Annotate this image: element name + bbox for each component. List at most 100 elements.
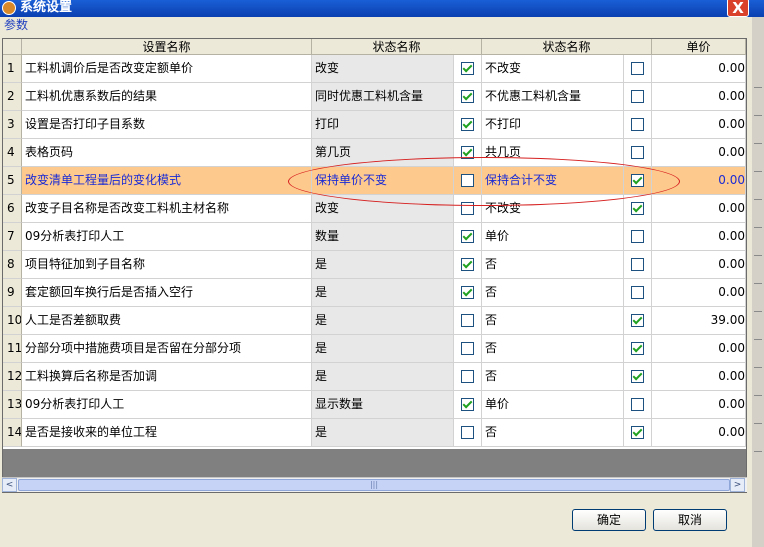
price-cell[interactable]: 0.00 [652, 223, 746, 251]
table-row[interactable]: 4 表格页码 第几页 共几页 0.00 [3, 139, 746, 167]
price-cell[interactable]: 0.00 [652, 391, 746, 419]
price-cell[interactable]: 0.00 [652, 83, 746, 111]
table-row[interactable]: 6 改变子目名称是否改变工料机主材名称 改变 不改变 0.00 [3, 195, 746, 223]
price-cell[interactable]: 0.00 [652, 279, 746, 307]
status-2-cell[interactable]: 否 [482, 251, 624, 279]
status-2-cell[interactable]: 不改变 [482, 55, 624, 83]
status-1-cell[interactable]: 改变 [312, 195, 454, 223]
checkbox-checked-icon[interactable] [631, 202, 644, 215]
table-row[interactable]: 9 套定额回车换行后是否插入空行是否 0.00 [3, 279, 746, 307]
table-row[interactable]: 1 工料机调价后是否改变定额单价 改变 不改变 0.00 [3, 55, 746, 83]
close-button[interactable]: X [727, 0, 749, 17]
header-price[interactable]: 单价 [652, 39, 746, 55]
status-2-cell[interactable]: 否 [482, 419, 624, 447]
checkbox-checked-icon[interactable] [461, 286, 474, 299]
price-cell[interactable]: 0.00 [652, 335, 746, 363]
status-2-cell[interactable]: 不优惠工料机含量 [482, 83, 624, 111]
status-1-cell[interactable]: 是 [312, 419, 454, 447]
checkbox-unchecked-icon[interactable] [461, 426, 474, 439]
cancel-button[interactable]: 取消 [653, 509, 727, 531]
setting-name-cell[interactable]: 改变子目名称是否改变工料机主材名称 [22, 195, 312, 223]
setting-name-cell[interactable]: 工料机优惠系数后的结果 [22, 83, 312, 111]
checkbox-unchecked-icon[interactable] [631, 90, 644, 103]
setting-name-cell[interactable]: 工料机调价后是否改变定额单价 [22, 55, 312, 83]
setting-name-cell[interactable]: 表格页码 [22, 139, 312, 167]
setting-name-cell[interactable]: 09分析表打印人工 [22, 391, 312, 419]
checkbox-unchecked-icon[interactable] [631, 62, 644, 75]
status-2-cell[interactable]: 不打印 [482, 111, 624, 139]
price-cell[interactable]: 0.00 [652, 251, 746, 279]
status-2-cell[interactable]: 不改变 [482, 195, 624, 223]
setting-name-cell[interactable]: 设置是否打印子目系数 [22, 111, 312, 139]
price-cell[interactable]: 0.00 [652, 139, 746, 167]
status-2-cell[interactable]: 共几页 [482, 139, 624, 167]
checkbox-unchecked-icon[interactable] [631, 398, 644, 411]
status-2-cell[interactable]: 否 [482, 307, 624, 335]
checkbox-checked-icon[interactable] [631, 370, 644, 383]
price-cell[interactable]: 0.00 [652, 419, 746, 447]
price-cell[interactable]: 0.00 [652, 363, 746, 391]
horizontal-scrollbar[interactable]: < ||| > [2, 477, 747, 492]
table-row[interactable]: 12 工料换算后名称是否加调是否 0.00 [3, 363, 746, 391]
table-row[interactable]: 13 09分析表打印人工 显示数量 单价 0.00 [3, 391, 746, 419]
table-row[interactable]: 14 是否是接收来的单位工程是否 0.00 [3, 419, 746, 447]
checkbox-unchecked-icon[interactable] [631, 286, 644, 299]
scroll-thumb[interactable]: ||| [18, 479, 730, 491]
checkbox-checked-icon[interactable] [631, 314, 644, 327]
status-1-cell[interactable]: 保持单价不变 [312, 167, 454, 195]
table-row[interactable]: 11 分部分项中措施费项目是否留在分部分项是否 0.00 [3, 335, 746, 363]
checkbox-unchecked-icon[interactable] [461, 342, 474, 355]
header-status-2[interactable]: 状态名称 [482, 39, 652, 55]
status-1-cell[interactable]: 改变 [312, 55, 454, 83]
setting-name-cell[interactable]: 改变清单工程量后的变化模式 [22, 167, 312, 195]
price-cell[interactable]: 0.00 [652, 55, 746, 83]
table-row[interactable]: 5 改变清单工程量后的变化模式 保持单价不变 保持合计不变 0.00 [3, 167, 746, 195]
status-1-cell[interactable]: 第几页 [312, 139, 454, 167]
checkbox-unchecked-icon[interactable] [631, 230, 644, 243]
table-row[interactable]: 2 工料机优惠系数后的结果 同时优惠工料机含量 不优惠工料机含量 0.00 [3, 83, 746, 111]
status-1-cell[interactable]: 是 [312, 363, 454, 391]
checkbox-unchecked-icon[interactable] [631, 146, 644, 159]
status-2-cell[interactable]: 单价 [482, 223, 624, 251]
checkbox-checked-icon[interactable] [461, 118, 474, 131]
setting-name-cell[interactable]: 分部分项中措施费项目是否留在分部分项 [22, 335, 312, 363]
checkbox-checked-icon[interactable] [631, 174, 644, 187]
checkbox-unchecked-icon[interactable] [461, 174, 474, 187]
table-row[interactable]: 8 项目特征加到子目名称是否 0.00 [3, 251, 746, 279]
setting-name-cell[interactable]: 是否是接收来的单位工程 [22, 419, 312, 447]
price-cell[interactable]: 0.00 [652, 195, 746, 223]
table-row[interactable]: 10 人工是否差额取费是否 39.00 [3, 307, 746, 335]
header-status-1[interactable]: 状态名称 [312, 39, 482, 55]
status-2-cell[interactable]: 否 [482, 363, 624, 391]
table-row[interactable]: 3 设置是否打印子目系数 打印 不打印 0.00 [3, 111, 746, 139]
status-2-cell[interactable]: 保持合计不变 [482, 167, 624, 195]
checkbox-checked-icon[interactable] [631, 426, 644, 439]
status-1-cell[interactable]: 同时优惠工料机含量 [312, 83, 454, 111]
setting-name-cell[interactable]: 人工是否差额取费 [22, 307, 312, 335]
checkbox-unchecked-icon[interactable] [631, 118, 644, 131]
checkbox-checked-icon[interactable] [461, 90, 474, 103]
checkbox-checked-icon[interactable] [461, 230, 474, 243]
table-row[interactable]: 7 09分析表打印人工 数量 单价 0.00 [3, 223, 746, 251]
status-2-cell[interactable]: 单价 [482, 391, 624, 419]
setting-name-cell[interactable]: 09分析表打印人工 [22, 223, 312, 251]
status-1-cell[interactable]: 是 [312, 307, 454, 335]
status-1-cell[interactable]: 数量 [312, 223, 454, 251]
scroll-right-button[interactable]: > [730, 478, 745, 492]
price-cell[interactable]: 0.00 [652, 111, 746, 139]
setting-name-cell[interactable]: 套定额回车换行后是否插入空行 [22, 279, 312, 307]
status-1-cell[interactable]: 是 [312, 335, 454, 363]
setting-name-cell[interactable]: 项目特征加到子目名称 [22, 251, 312, 279]
checkbox-checked-icon[interactable] [461, 146, 474, 159]
checkbox-unchecked-icon[interactable] [461, 370, 474, 383]
checkbox-unchecked-icon[interactable] [631, 258, 644, 271]
checkbox-checked-icon[interactable] [631, 342, 644, 355]
setting-name-cell[interactable]: 工料换算后名称是否加调 [22, 363, 312, 391]
checkbox-checked-icon[interactable] [461, 62, 474, 75]
price-cell[interactable]: 39.00 [652, 307, 746, 335]
status-2-cell[interactable]: 否 [482, 279, 624, 307]
status-1-cell[interactable]: 打印 [312, 111, 454, 139]
header-setting-name[interactable]: 设置名称 [22, 39, 312, 55]
checkbox-checked-icon[interactable] [461, 258, 474, 271]
checkbox-unchecked-icon[interactable] [461, 202, 474, 215]
